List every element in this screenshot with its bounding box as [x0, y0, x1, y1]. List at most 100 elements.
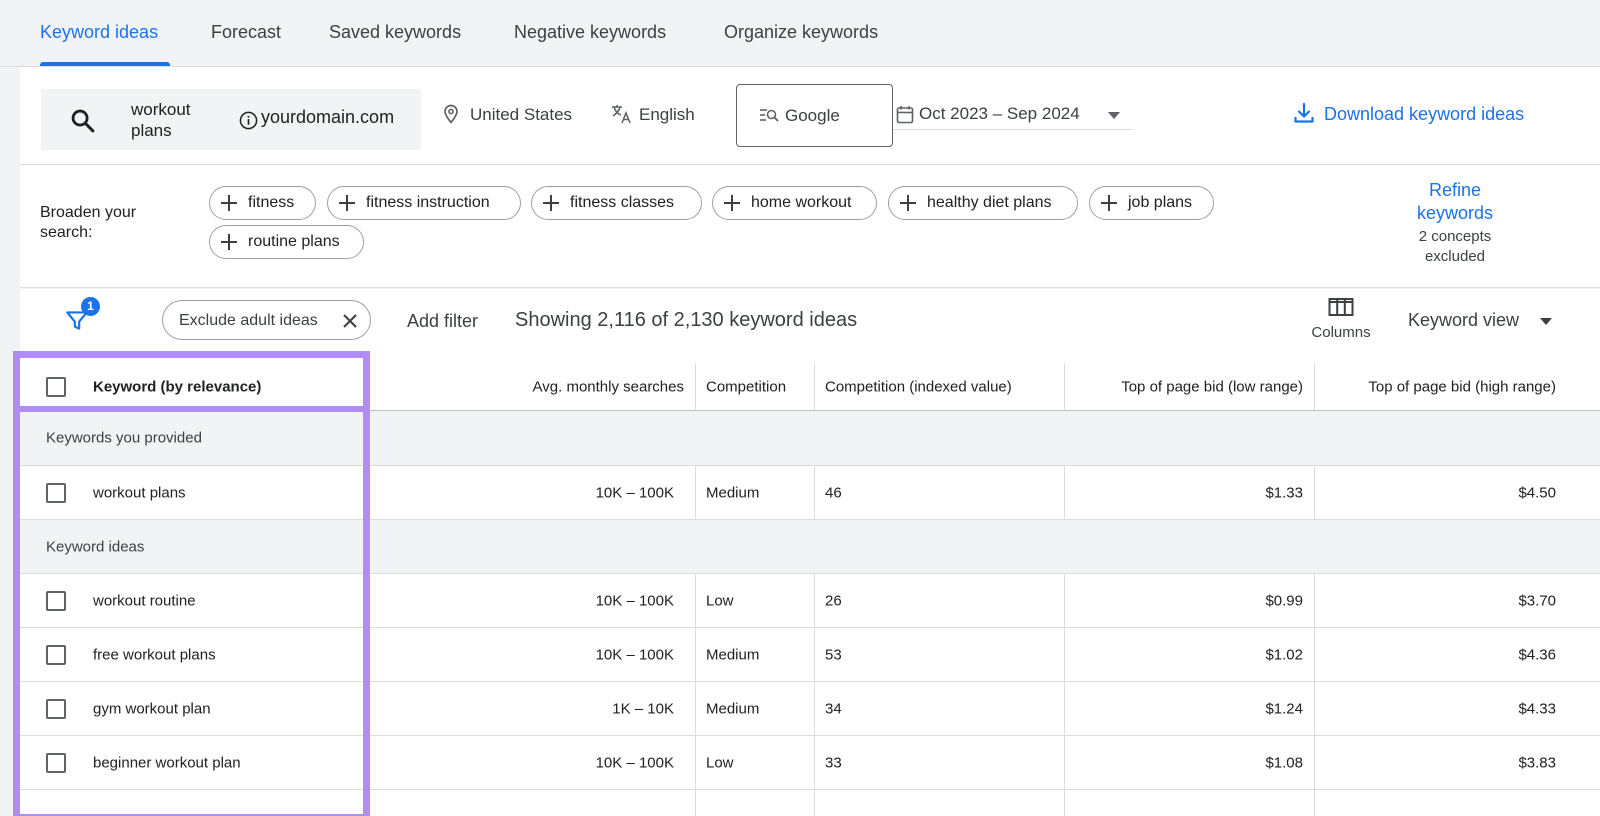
tab-organize-keywords[interactable]: Organize keywords [724, 22, 878, 43]
keyword-cell: workout routine [93, 592, 196, 609]
refine-keywords-button[interactable]: Refine keywords [1390, 179, 1520, 225]
table-row[interactable]: workout routine 10K – 100K Low 26 $0.99 … [20, 574, 1600, 628]
chevron-down-icon [1108, 112, 1120, 119]
search-term[interactable]: workout plans [131, 99, 211, 141]
broaden-chip-fitness[interactable]: fitness [209, 186, 316, 220]
filter-count-badge: 1 [81, 297, 100, 316]
keyword-table: Keyword (by relevance) Avg. monthly sear… [20, 363, 1600, 816]
row-checkbox[interactable] [46, 482, 66, 503]
translate-icon [612, 105, 631, 124]
results-count: Showing 2,116 of 2,130 keyword ideas [515, 309, 858, 331]
group-label: Keywords you provided [46, 429, 202, 447]
broaden-chip-fitness-instruction[interactable]: fitness instruction [327, 186, 521, 220]
refine-keywords-status: 2 concepts excluded [1418, 228, 1492, 265]
close-icon[interactable] [341, 312, 359, 330]
chevron-down-icon [1540, 318, 1552, 325]
header-avg-monthly-searches[interactable]: Avg. monthly searches [370, 363, 684, 410]
keyword-cell: workout plans [93, 484, 186, 501]
broaden-search-bar: Broaden your search: fitness fitness ins… [20, 165, 1600, 288]
info-icon [239, 111, 258, 130]
date-range-selector[interactable]: Oct 2023 – Sep 2024 [893, 84, 1133, 130]
table-row[interactable]: workout plans 10K – 100K Medium 46 $1.33… [20, 466, 1600, 520]
group-label: Keyword ideas [46, 538, 145, 555]
search-box[interactable]: workout plans yourdomain.com [41, 89, 421, 150]
search-network-icon [760, 109, 779, 122]
searches-cell: 1K – 10K [612, 700, 674, 717]
refine-keywords: Refine keywords 2 concepts excluded [1390, 179, 1520, 267]
plus-icon [899, 194, 917, 212]
columns-label: Columns [1311, 324, 1371, 341]
bid-low-cell: $1.08 [1265, 754, 1303, 771]
searches-cell: 10K – 100K [595, 646, 674, 663]
bid-high-cell: $3.70 [1518, 592, 1556, 609]
row-checkbox[interactable] [46, 590, 66, 611]
searches-cell: 10K – 100K [595, 484, 674, 501]
competition-cell: Medium [706, 700, 760, 717]
table-row[interactable]: gym workout plan 1K – 10K Medium 34 $1.2… [20, 682, 1600, 736]
broaden-chip-job-plans[interactable]: job plans [1089, 186, 1214, 220]
add-filter-button[interactable]: Add filter [407, 311, 478, 332]
competition-cell: Low [706, 754, 734, 771]
keyword-view-selector[interactable]: Keyword view [1408, 310, 1552, 331]
table-row[interactable] [20, 790, 1600, 816]
exclude-adult-ideas-chip[interactable]: Exclude adult ideas [162, 300, 371, 340]
search-settings-bar: workout plans yourdomain.com United Stat… [20, 67, 1600, 165]
group-row: Keyword ideas [20, 520, 1600, 574]
select-all-checkbox[interactable] [46, 376, 66, 397]
plus-icon [723, 194, 741, 212]
header-bid-high[interactable]: Top of page bid (high range) [1314, 363, 1556, 410]
row-checkbox[interactable] [46, 644, 66, 665]
competition-cell: Low [706, 592, 734, 609]
bid-high-cell: $4.50 [1518, 484, 1556, 501]
bid-high-cell: $4.33 [1518, 700, 1556, 717]
table-header: Keyword (by relevance) Avg. monthly sear… [20, 363, 1600, 411]
row-checkbox[interactable] [46, 698, 66, 719]
keyword-cell: beginner workout plan [93, 754, 241, 771]
plus-icon [220, 233, 238, 251]
date-range-label: Oct 2023 – Sep 2024 [919, 104, 1080, 123]
search-icon [71, 109, 95, 133]
indexed-cell: 34 [825, 700, 842, 717]
broaden-label: Broaden your search: [40, 204, 137, 241]
bid-low-cell: $1.24 [1265, 700, 1303, 717]
tab-forecast[interactable]: Forecast [211, 22, 281, 43]
indexed-cell: 53 [825, 646, 842, 663]
tab-negative-keywords[interactable]: Negative keywords [514, 22, 666, 43]
columns-icon [1328, 298, 1354, 316]
row-checkbox[interactable] [46, 752, 66, 773]
indexed-cell: 33 [825, 754, 842, 771]
bid-high-cell: $4.36 [1518, 646, 1556, 663]
bid-low-cell: $1.33 [1265, 484, 1303, 501]
tab-keyword-ideas[interactable]: Keyword ideas [40, 22, 158, 43]
columns-button[interactable]: Columns [1306, 297, 1376, 341]
bid-low-cell: $1.02 [1265, 646, 1303, 663]
broaden-chip-healthy-diet-plans[interactable]: healthy diet plans [888, 186, 1078, 220]
engine-label: Google [785, 106, 840, 125]
plus-icon [338, 194, 356, 212]
download-label: Download keyword ideas [1324, 104, 1525, 124]
broaden-chip-routine-plans[interactable]: routine plans [209, 225, 364, 259]
search-engine-selector[interactable]: Google [736, 84, 893, 147]
bid-low-cell: $0.99 [1265, 592, 1303, 609]
active-tab-indicator [40, 62, 170, 66]
language-label: English [639, 105, 695, 124]
table-row[interactable]: free workout plans 10K – 100K Medium 53 … [20, 628, 1600, 682]
indexed-cell: 46 [825, 484, 842, 501]
plus-icon [1100, 194, 1118, 212]
bid-high-cell: $3.83 [1518, 754, 1556, 771]
filter-chip-label: Exclude adult ideas [179, 312, 318, 329]
tab-saved-keywords[interactable]: Saved keywords [329, 22, 461, 43]
broaden-chip-fitness-classes[interactable]: fitness classes [531, 186, 702, 220]
header-bid-low[interactable]: Top of page bid (low range) [1064, 363, 1303, 410]
searches-cell: 10K – 100K [595, 592, 674, 609]
table-row[interactable]: beginner workout plan 10K – 100K Low 33 … [20, 736, 1600, 790]
calendar-icon [896, 106, 914, 124]
keyword-view-label: Keyword view [1408, 310, 1520, 330]
searches-cell: 10K – 100K [595, 754, 674, 771]
competition-cell: Medium [706, 646, 760, 663]
plus-icon [542, 194, 560, 212]
competition-cell: Medium [706, 484, 760, 501]
domain-value[interactable]: yourdomain.com [261, 107, 394, 128]
keyword-cell: free workout plans [93, 646, 216, 663]
broaden-chip-home-workout[interactable]: home workout [712, 186, 877, 220]
